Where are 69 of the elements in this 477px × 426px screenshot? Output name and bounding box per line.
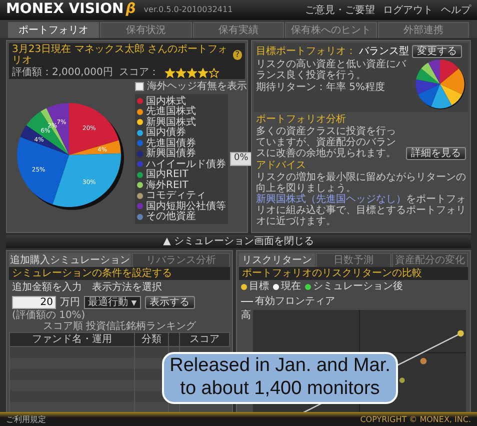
analysis-title: ポートフォリオ分析 bbox=[256, 114, 347, 125]
legend-label: 現在 bbox=[281, 281, 301, 292]
header-link[interactable]: ログアウト bbox=[383, 4, 433, 16]
legend-dot bbox=[305, 284, 311, 290]
column-header: ファンド名・運用 bbox=[10, 332, 134, 346]
close-simulation-bar[interactable]: ▲ シミュレーション画面を閉じる bbox=[6, 235, 471, 248]
conditions-title: シミュレーションの条件を設定する bbox=[12, 268, 172, 279]
legend-label: 国内株式 bbox=[146, 96, 186, 107]
star-icon bbox=[176, 68, 186, 78]
step-label: 表示方法を選択 bbox=[92, 282, 162, 293]
legend-label: 国内債券 bbox=[146, 127, 186, 138]
ranking-title: スコア順 投資信託銘柄ランキング bbox=[42, 321, 198, 332]
help-icon[interactable]: ? bbox=[232, 50, 242, 60]
main-tab[interactable]: ポートフォリオ bbox=[8, 22, 100, 38]
star-icon bbox=[164, 68, 175, 78]
star-icon bbox=[208, 68, 219, 78]
target-title: 目標ポートフォリオ： bbox=[256, 46, 356, 57]
hedge-checkbox[interactable]: 海外ヘッジ有無を表示 bbox=[135, 81, 252, 92]
legend-label: 先進国株式 bbox=[146, 106, 196, 118]
target-description: リスクの高い資産と低い資産にバランス良く投資を行う。 bbox=[256, 59, 408, 81]
fund-link[interactable]: 新興国株式（先進国ヘッジなし） bbox=[256, 194, 406, 205]
legend-line-icon bbox=[241, 301, 253, 302]
legend-label: 国内短期公社債等 bbox=[146, 200, 226, 212]
header-link[interactable]: ヘルプ bbox=[441, 4, 471, 16]
callout-text: Released in Jan. and Mar. bbox=[168, 355, 392, 378]
amount-field[interactable]: 20 bbox=[12, 296, 56, 309]
advice-text: リスクの増加を最小限に留めながらリターンの向上を図りましょう。 新興国株式（先進国ヘッジなし）をポートフォリオに組み込む事で、目標とするポートフォリオに近づけます。 bbox=[256, 172, 466, 227]
header-link[interactable]: ご意見・ご要望 bbox=[305, 4, 375, 16]
score-label: スコア： bbox=[118, 67, 159, 78]
simulation-tab[interactable]: 追加購入シミュレーション bbox=[9, 253, 131, 267]
legend-label: その他資産 bbox=[146, 211, 196, 222]
column-header: スコア bbox=[180, 332, 230, 346]
advice-title: アドバイス bbox=[256, 160, 307, 171]
column-header: 分類 bbox=[134, 332, 169, 346]
value-text: 評価額：2,000,000円 bbox=[12, 67, 113, 78]
legend-label: 有効フロンティア bbox=[255, 296, 335, 307]
amount-note: (評価額の 10%) bbox=[11, 310, 86, 321]
change-button[interactable]: 変更する bbox=[412, 45, 462, 58]
version-label: ver.0.5.0-2010032411 bbox=[144, 6, 233, 14]
chart-title: ポートフォリオのリスクリターンの比較 bbox=[242, 268, 422, 279]
app-logo: MONEX VISION β bbox=[6, 2, 136, 18]
legend-label: 海外REIT bbox=[146, 180, 188, 191]
axis-label: 高 bbox=[241, 310, 251, 321]
legend-label: 新興国株式 bbox=[146, 116, 196, 128]
target-type: バランス型 bbox=[359, 46, 409, 57]
panel-title: 3月23日現在 マネックス太郎 さんのポートフォリオ bbox=[12, 44, 228, 66]
step-label: 追加金額を入力 bbox=[12, 282, 82, 293]
legend-dot bbox=[241, 284, 247, 290]
legend-label: 新興国債券 bbox=[146, 148, 196, 160]
legend-label: シミュレーション後 bbox=[313, 281, 403, 292]
star-icon bbox=[186, 68, 197, 78]
legend-dot bbox=[273, 284, 279, 290]
percent-button[interactable]: 0% bbox=[230, 152, 252, 166]
legend-label: 国内REIT bbox=[146, 169, 188, 180]
legend-label: ハイイールド債券 bbox=[146, 158, 226, 170]
analysis-text: 多くの資産クラスに投資を行っていますが、資産配分のバランスに改善の余地が見られます。 bbox=[256, 126, 397, 159]
legend-label: 先進国債券 bbox=[146, 138, 196, 149]
star-icon bbox=[198, 68, 208, 78]
status-text: ご利用規定 bbox=[6, 416, 46, 425]
copyright-text: COPYRIGHT © MONEX, INC. bbox=[360, 416, 471, 425]
target-pie-drawing bbox=[414, 58, 466, 110]
detail-button[interactable]: 詳細を見る bbox=[406, 147, 466, 160]
legend-label: コモディティ bbox=[146, 190, 206, 202]
unit-label: 万円 bbox=[60, 297, 80, 308]
show-button[interactable]: 表示する bbox=[144, 296, 195, 309]
expected-return: 期待リターン：年率 5%程度 bbox=[256, 82, 386, 93]
legend-label: 目標 bbox=[249, 281, 269, 292]
callout-text: to about 1,400 monitors bbox=[179, 378, 381, 401]
chart-tab[interactable]: リスクリターン bbox=[239, 253, 315, 267]
